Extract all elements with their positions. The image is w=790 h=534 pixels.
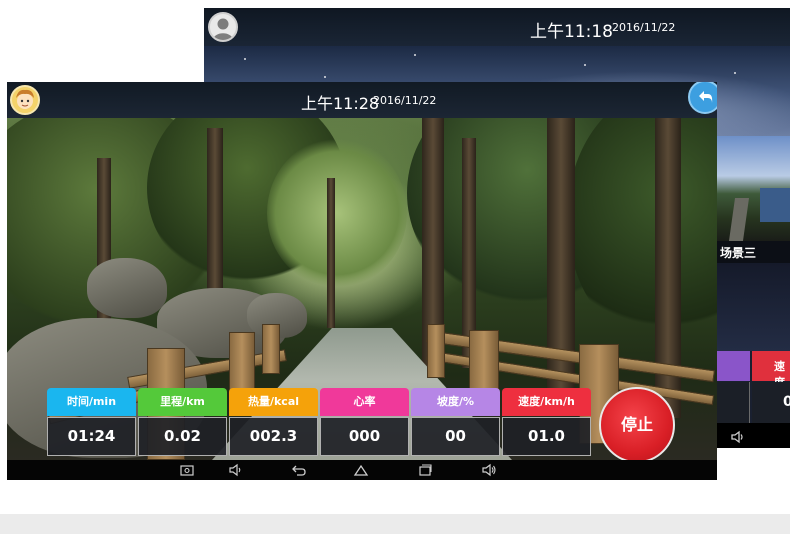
cartoon-avatar-icon[interactable] bbox=[10, 85, 40, 115]
stat-calories: 热量/kcal 002.3 bbox=[229, 388, 318, 456]
stat-speed-value: 01.0 bbox=[502, 417, 591, 456]
back-button[interactable] bbox=[688, 82, 717, 114]
floor-shadow bbox=[0, 514, 790, 534]
screenshot-icon[interactable] bbox=[179, 462, 195, 478]
back-icon[interactable] bbox=[291, 462, 307, 478]
railing-post bbox=[427, 324, 445, 378]
stat-heart-rate-value: 000 bbox=[320, 417, 409, 456]
front-screen: 上午11:28 2016/11/22 时间/min 01:24 里程/km 0.… bbox=[7, 82, 717, 480]
back-clock-time: 上午11:18 bbox=[530, 22, 613, 42]
screenshot-stage: 上午11:18 2016/11/22 场景三 速 0 上午11:28 2016/… bbox=[0, 0, 790, 534]
user-silhouette-icon[interactable] bbox=[208, 12, 238, 42]
recents-icon[interactable] bbox=[417, 462, 433, 478]
tree-canopy bbox=[267, 138, 407, 288]
stat-heart-rate-label: 心率 bbox=[320, 388, 409, 416]
workout-stats-panel: 时间/min 01:24 里程/km 0.02 热量/kcal 002.3 心率… bbox=[47, 388, 591, 456]
railing-post bbox=[262, 324, 280, 374]
front-nav-bar bbox=[7, 460, 717, 480]
volume-up-icon[interactable] bbox=[481, 462, 497, 478]
stat-time-value: 01:24 bbox=[47, 417, 136, 456]
stat-distance-value: 0.02 bbox=[138, 417, 227, 456]
stat-speed-label: 速度/km/h bbox=[502, 388, 591, 416]
stat-speed: 速度/km/h 01.0 bbox=[502, 388, 591, 456]
stat-time: 时间/min 01:24 bbox=[47, 388, 136, 456]
stat-calories-label: 热量/kcal bbox=[229, 388, 318, 416]
stat-distance: 里程/km 0.02 bbox=[138, 388, 227, 456]
front-clock-time: 上午11:28 bbox=[301, 94, 380, 113]
stop-button[interactable]: 停止 bbox=[599, 387, 675, 463]
volume-down-icon[interactable] bbox=[228, 462, 244, 478]
back-overlay bbox=[694, 136, 790, 448]
stat-calories-value: 002.3 bbox=[229, 417, 318, 456]
front-clock-date: 2016/11/22 bbox=[373, 94, 437, 107]
home-icon[interactable] bbox=[353, 462, 369, 478]
stat-incline-label: 坡度/% bbox=[411, 388, 500, 416]
stat-incline-value: 00 bbox=[411, 417, 500, 456]
stat-time-label: 时间/min bbox=[47, 388, 136, 416]
boulder bbox=[87, 258, 167, 318]
back-arrow-icon bbox=[699, 91, 713, 103]
back-status-bar: 上午11:18 2016/11/22 bbox=[204, 8, 790, 46]
stat-distance-label: 里程/km bbox=[138, 388, 227, 416]
back-clock-date: 2016/11/22 bbox=[612, 21, 676, 34]
stat-incline: 坡度/% 00 bbox=[411, 388, 500, 456]
tree-trunk bbox=[327, 178, 335, 328]
front-status-bar: 上午11:28 2016/11/22 bbox=[7, 82, 717, 118]
stat-heart-rate: 心率 000 bbox=[320, 388, 409, 456]
tree-canopy bbox=[567, 118, 717, 348]
